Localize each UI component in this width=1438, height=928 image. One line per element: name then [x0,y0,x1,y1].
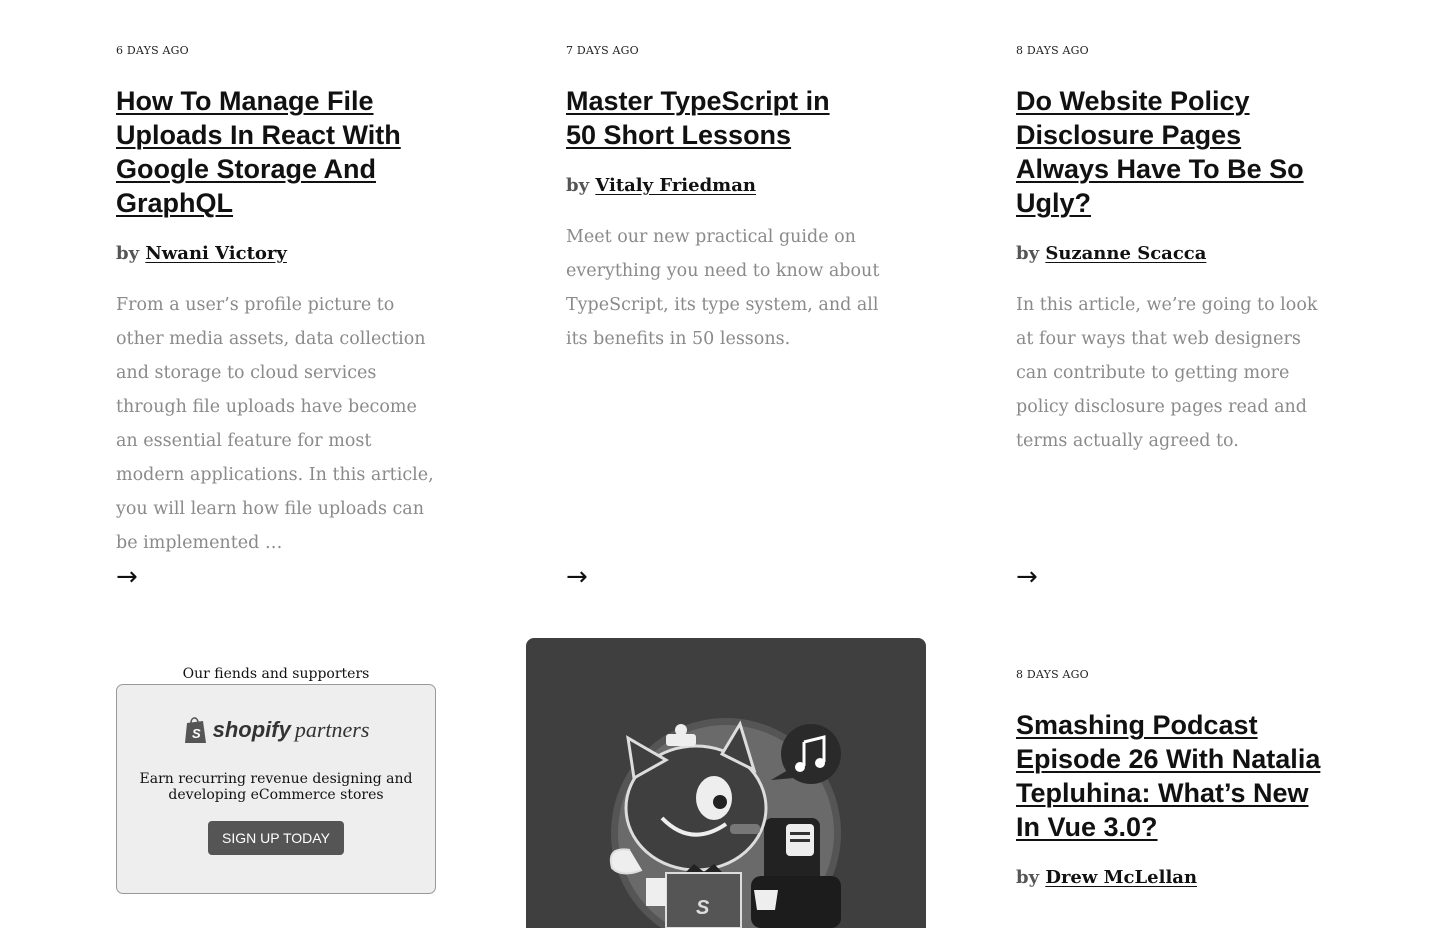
article-excerpt: Meet our new practical guide on everythi… [566,227,880,349]
sponsor-card[interactable]: S shopify partners Earn recurring revenu… [116,684,436,894]
by-label: by [1016,243,1040,264]
article-byline: by Nwani Victory [116,240,446,268]
author-link[interactable]: Nwani Victory [145,243,287,264]
article-card: 7 DAYS AGO Master TypeScript in 50 Short… [566,44,896,356]
article-date: 8 DAYS AGO [1016,44,1089,57]
shopify-partners-logo[interactable]: S shopify partners [183,715,370,745]
article-title-link[interactable]: Do Website Policy Disclosure Pages Alway… [1016,84,1338,220]
author-link[interactable]: Drew McLellan [1045,867,1197,888]
shopify-wordmark: shopify [212,717,291,742]
read-more-arrow[interactable]: → [566,564,588,590]
by-label: by [1016,867,1040,888]
sponsor-heading: Our fiends and supporters [182,666,370,682]
article-date: 7 DAYS AGO [566,44,639,57]
article-title-link[interactable]: Master TypeScript in 50 Short Lessons [566,84,866,152]
article-date: 8 DAYS AGO [1016,668,1089,681]
author-link[interactable]: Suzanne Scacca [1045,243,1206,264]
by-label: by [116,243,140,264]
article-title-link[interactable]: Smashing Podcast Episode 26 With Natalia… [1016,708,1338,844]
article-card: 6 DAYS AGO How To Manage File Uploads In… [116,44,446,560]
article-byline: by Suzanne Scacca [1016,240,1346,268]
article-byline: by Vitaly Friedman [566,172,896,200]
article-excerpt: From a user’s profile picture to other m… [116,295,434,553]
article-card: 8 DAYS AGO Do Website Policy Disclosure … [1016,44,1346,458]
sign-up-button[interactable]: SIGN UP TODAY [208,821,344,855]
podcast-promo-banner[interactable]: S [526,638,926,928]
svg-text:S: S [192,726,201,741]
article-excerpt: In this article, we’re going to look at … [1016,295,1318,451]
article-card: 8 DAYS AGO Smashing Podcast Episode 26 W… [1016,668,1346,892]
article-date: 6 DAYS AGO [116,44,189,57]
sponsor-description: Earn recurring revenue designing and dev… [139,771,413,803]
author-link[interactable]: Vitaly Friedman [595,175,756,196]
article-byline: by Drew McLellan [1016,864,1346,892]
partners-wordmark: partners [294,717,370,742]
svg-text:S: S [696,897,710,919]
read-more-arrow[interactable]: → [1016,564,1038,590]
article-title-link[interactable]: How To Manage File Uploads In React With… [116,84,416,220]
read-more-arrow[interactable]: → [116,564,138,590]
shopify-bag-icon: S [184,717,206,743]
smashing-cat-podcast-illustration: S [609,718,841,928]
by-label: by [566,175,590,196]
